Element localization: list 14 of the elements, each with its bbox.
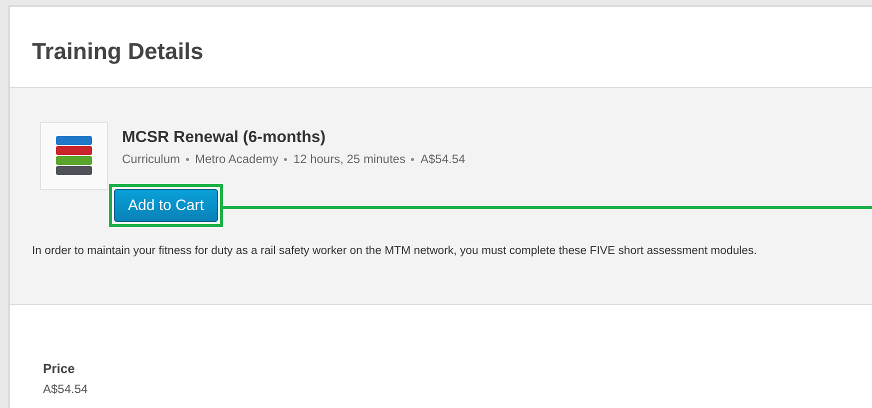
separator-dot-icon (411, 158, 414, 160)
course-meta: 12 hours, 25 minutes (293, 152, 406, 166)
separator-dot-icon (186, 158, 190, 160)
separator-dot-icon (284, 158, 288, 160)
course-title: MCSR Renewal (6-months) (122, 129, 327, 147)
books-icon (53, 136, 95, 176)
course-meta: A$54.54 (420, 152, 466, 166)
add-to-cart-button[interactable]: Add to Cart (114, 189, 218, 222)
course-meta: Curriculum (122, 152, 180, 166)
course-meta: Metro Academy (195, 152, 278, 166)
course-description: In order to maintain your fitness for duty as a rail safety worker on the MTM network, you must complete these FIVE short assessment modules. (32, 245, 758, 257)
price-label: Price (43, 361, 76, 376)
page-title: Training Details (32, 38, 204, 64)
price-value: A$54.54 (43, 382, 89, 396)
